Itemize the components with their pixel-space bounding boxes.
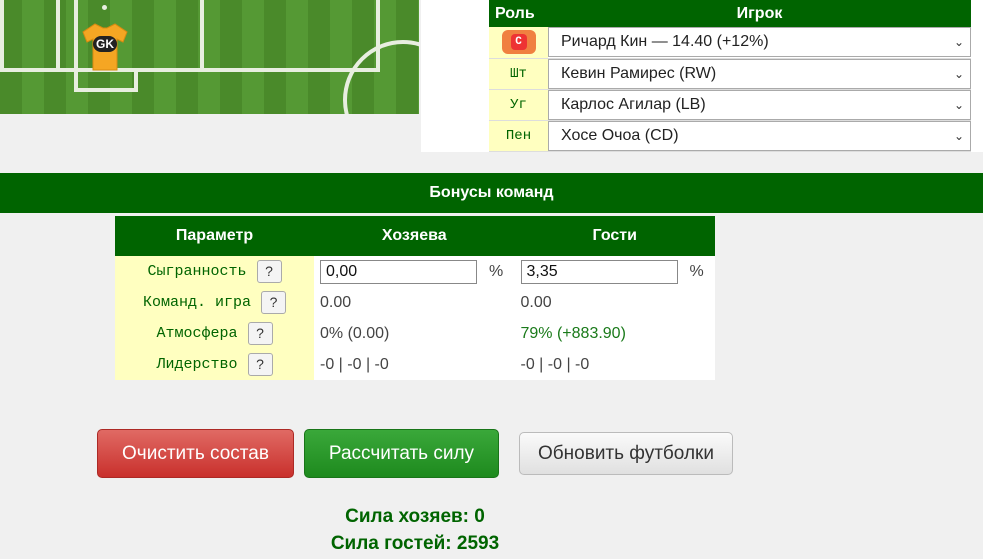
role-cell-captain: C — [489, 27, 548, 59]
help-button[interactable]: ? — [247, 353, 273, 376]
pitch-line — [0, 0, 4, 72]
home-header: Хозяева — [314, 216, 515, 256]
percent-label: % — [489, 262, 504, 280]
chevron-down-icon: ⌄ — [953, 128, 964, 143]
chevron-down-icon: ⌄ — [953, 35, 964, 50]
pitch-line — [200, 0, 204, 72]
home-teamwork-input[interactable]: 0,00 — [320, 259, 477, 284]
captain-select[interactable]: Ричард Кин — 14.40 (+12%) ⌄ — [548, 27, 971, 58]
pitch-line — [74, 88, 138, 92]
away-strength: Сила гостей: 2593 — [330, 533, 500, 554]
pitch-line — [74, 0, 78, 92]
table-row: Команд. игра? 0.00 0.00 — [115, 287, 715, 318]
set-piece-table: Роль Игрок C Ричард Кин — 14.40 (+12%) ⌄ … — [489, 0, 971, 152]
help-button[interactable]: ? — [256, 260, 282, 283]
role-cell: Шт — [489, 58, 548, 90]
home-strength: Сила хозяев: 0 — [345, 506, 485, 527]
percent-label: % — [689, 262, 704, 280]
table-row: C Ричард Кин — 14.40 (+12%) ⌄ — [489, 27, 971, 59]
pitch-line — [56, 0, 60, 72]
table-row: Пен Хосе Очоа (CD) ⌄ — [489, 120, 971, 152]
goalkeeper-shirt[interactable]: GK — [81, 22, 129, 72]
pitch-line — [134, 72, 138, 92]
away-header: Гости — [514, 216, 715, 256]
home-leadership-value: -0 | -0 | -0 — [314, 349, 515, 380]
help-button[interactable]: ? — [247, 322, 273, 345]
penalty-spot — [102, 5, 107, 10]
chevron-down-icon: ⌄ — [953, 97, 964, 112]
table-row: Шт Кевин Рамирес (RW) ⌄ — [489, 58, 971, 90]
refresh-shirts-button[interactable]: Обновить футболки — [519, 432, 733, 475]
team-bonuses-table: Параметр Хозяева Гости Сыгранность? 0,00… — [115, 216, 715, 380]
gk-position-label: GK — [93, 36, 117, 52]
away-teamwork-input[interactable]: 3,35 — [520, 259, 678, 284]
clear-lineup-button[interactable]: Очистить состав — [97, 429, 294, 478]
home-atmosphere-value: 0% (0.00) — [314, 318, 515, 349]
captain-badge-icon: C — [501, 30, 536, 55]
table-row: Лидерство? -0 | -0 | -0 -0 | -0 | -0 — [115, 349, 715, 380]
role-cell: Пен — [489, 120, 548, 152]
role-header: Роль — [489, 0, 548, 27]
role-cell: Уг — [489, 89, 548, 121]
help-button[interactable]: ? — [261, 291, 287, 314]
away-atmosphere-value: 79% (+883.90) — [514, 318, 715, 349]
table-row: Атмосфера? 0% (0.00) 79% (+883.90) — [115, 318, 715, 349]
pitch-field: GK — [0, 0, 419, 114]
player-header: Игрок — [548, 0, 971, 27]
chevron-down-icon: ⌄ — [953, 66, 964, 81]
param-label-leadership: Лидерство — [156, 356, 238, 373]
penalty-select[interactable]: Хосе Очоа (CD) ⌄ — [548, 120, 971, 151]
table-row: Сыгранность? 0,00% 3,35% — [115, 256, 715, 287]
param-label-team-play: Команд. игра — [142, 294, 252, 311]
table-row: Уг Карлос Агилар (LB) ⌄ — [489, 89, 971, 121]
free-kick-select[interactable]: Кевин Рамирес (RW) ⌄ — [548, 58, 971, 89]
param-header: Параметр — [115, 216, 314, 256]
param-label-atmosphere: Атмосфера — [156, 325, 238, 342]
corner-select[interactable]: Карлос Агилар (LB) ⌄ — [548, 89, 971, 120]
calculate-strength-button[interactable]: Рассчитать силу — [304, 429, 499, 478]
pitch-arc — [343, 40, 419, 114]
team-bonuses-title: Бонусы команд — [0, 173, 983, 213]
away-team-play-value: 0.00 — [514, 287, 715, 318]
param-label-teamwork: Сыгранность — [147, 263, 247, 280]
away-leadership-value: -0 | -0 | -0 — [514, 349, 715, 380]
home-team-play-value: 0.00 — [314, 287, 515, 318]
